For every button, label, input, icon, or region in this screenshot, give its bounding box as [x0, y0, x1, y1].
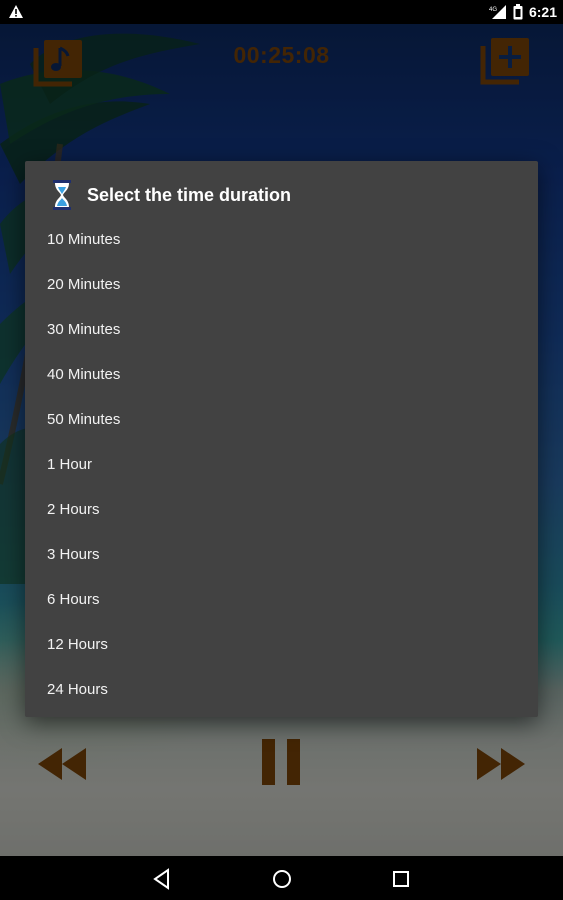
nav-back-button[interactable]	[150, 867, 174, 891]
duration-option-list: 10 Minutes 20 Minutes 30 Minutes 40 Minu…	[25, 217, 538, 712]
network-type-label: 4G	[489, 7, 497, 13]
option-30-minutes[interactable]: 30 Minutes	[25, 307, 538, 352]
option-3-hours[interactable]: 3 Hours	[25, 532, 538, 577]
dialog-title: Select the time duration	[87, 184, 292, 205]
status-bar: 4G 6:21	[0, 0, 563, 24]
option-50-minutes[interactable]: 50 Minutes	[25, 397, 538, 442]
status-icons: 4G 6:21	[489, 3, 557, 21]
back-icon	[153, 868, 169, 890]
option-6-hours[interactable]: 6 Hours	[25, 577, 538, 622]
status-clock: 6:21	[528, 4, 557, 20]
option-40-minutes[interactable]: 40 Minutes	[25, 352, 538, 397]
option-2-hours[interactable]: 2 Hours	[25, 487, 538, 532]
option-10-minutes[interactable]: 10 Minutes	[25, 217, 538, 262]
warning-icon	[9, 5, 23, 18]
screen: 00:25:08 Select the time duration 10 Min…	[0, 0, 563, 900]
navigation-bar	[0, 856, 563, 900]
option-1-hour[interactable]: 1 Hour	[25, 442, 538, 487]
option-24-hours[interactable]: 24 Hours	[25, 667, 538, 712]
time-duration-dialog: Select the time duration 10 Minutes 20 M…	[25, 161, 538, 717]
option-20-minutes[interactable]: 20 Minutes	[25, 262, 538, 307]
recents-icon	[393, 871, 409, 887]
option-12-hours[interactable]: 12 Hours	[25, 622, 538, 667]
battery-icon	[513, 4, 523, 20]
nav-home-button[interactable]	[270, 867, 294, 891]
nav-recents-button[interactable]	[389, 867, 413, 891]
signal-icon: 4G	[489, 5, 506, 19]
dialog-header: Select the time duration	[25, 175, 538, 215]
home-icon	[273, 870, 291, 888]
hourglass-icon	[53, 180, 71, 210]
